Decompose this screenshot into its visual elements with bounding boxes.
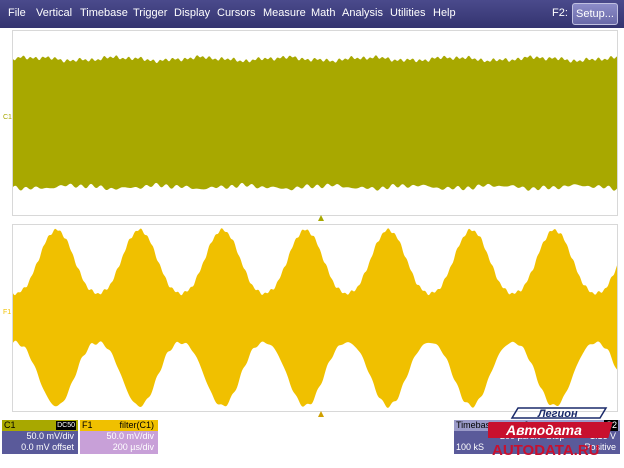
f1-trigger-position-marker[interactable] [318, 411, 324, 417]
menu-display[interactable]: Display [174, 7, 210, 19]
f2-label: F2: [552, 7, 568, 19]
c1-trigger-position-marker[interactable] [318, 215, 324, 221]
c1-trace-band [13, 55, 617, 191]
menu-bar: File Vertical Timebase Trigger Display C… [0, 0, 624, 28]
c1-trace-grid [12, 30, 618, 216]
c1-trace-label[interactable]: C1 [3, 114, 12, 121]
sample-count: 100 kS [456, 442, 485, 452]
logo-line2: Автодата [505, 422, 582, 438]
autodata-logo: Легион Автодата AUTODATA.RU [488, 407, 613, 459]
menu-timebase[interactable]: Timebase [80, 7, 128, 19]
menu-utilities[interactable]: Utilities [390, 7, 425, 19]
f1-trace-grid [12, 224, 618, 412]
f1-descriptor-name: F1 [82, 420, 93, 430]
f1-vertical-scale: 50.0 mV/div [106, 431, 154, 441]
logo-line3: AUTODATA.RU [492, 442, 600, 459]
logo-line1: Легион [537, 408, 578, 420]
menu-math[interactable]: Math [311, 7, 335, 19]
c1-offset: 0.0 mV offset [21, 442, 74, 452]
menu-file[interactable]: File [8, 7, 26, 19]
menu-trigger[interactable]: Trigger [133, 7, 167, 19]
menu-cursors[interactable]: Cursors [217, 7, 256, 19]
menu-help[interactable]: Help [433, 7, 456, 19]
f1-trace-label[interactable]: F1 [3, 309, 11, 316]
setup-button[interactable]: Setup... [572, 3, 618, 25]
c1-descriptor-box[interactable]: C1 DC50 50.0 mV/div 0.0 mV offset [2, 420, 78, 454]
menu-measure[interactable]: Measure [263, 7, 306, 19]
coupling-badge: DC50 [56, 421, 76, 430]
c1-vertical-scale: 50.0 mV/div [26, 431, 74, 441]
f1-waveform [13, 228, 617, 408]
c1-waveform [13, 55, 617, 191]
c1-descriptor-name: C1 [4, 420, 16, 430]
menu-analysis[interactable]: Analysis [342, 7, 383, 19]
f1-descriptor-box[interactable]: F1 filter(C1) 50.0 mV/div 200 µs/div [80, 420, 158, 454]
f1-timebase: 200 µs/div [112, 442, 154, 452]
f1-trace-band [13, 228, 617, 408]
menu-vertical[interactable]: Vertical [36, 7, 72, 19]
f1-function: filter(C1) [119, 420, 154, 430]
